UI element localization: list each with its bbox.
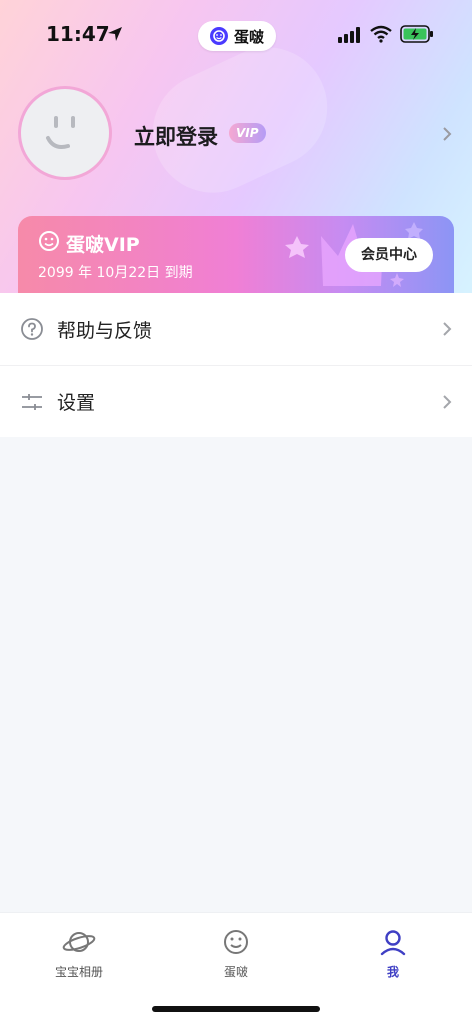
status-time: 11:47 [46,22,110,46]
wifi-icon [370,25,392,47]
chevron-right-icon [442,321,452,341]
chevron-right-icon [442,126,452,146]
avatar[interactable] [18,86,112,180]
tab-label: 蛋啵 [223,965,248,979]
menu-list: 帮助与反馈 设置 [0,293,472,437]
app-name: 蛋啵 [233,27,264,46]
app-logo-icon [209,27,228,45]
smile-face-icon [176,927,296,957]
home-indicator[interactable] [152,1006,320,1012]
menu-item-help-feedback[interactable]: 帮助与反馈 [0,293,472,365]
menu-item-settings[interactable]: 设置 [0,365,472,437]
battery-charging-icon [400,25,434,47]
vip-brand: 蛋啵VIP [38,230,140,257]
tab-danbo[interactable]: 蛋啵 [176,927,296,980]
sliders-icon [20,390,44,414]
app-indicator-pill[interactable]: 蛋啵 [198,21,276,51]
login-link[interactable]: 立即登录 [134,121,218,151]
vip-card[interactable]: 蛋啵VIP 2099 年 10月22日 到期 会员中心 [18,216,454,296]
status-bar: 11:47 蛋啵 [0,0,472,70]
menu-item-label: 帮助与反馈 [57,319,153,342]
tab-baby-album[interactable]: 宝宝相册 [19,927,139,980]
location-arrow-icon [106,25,124,47]
profile-section[interactable]: 立即登录 VIP [18,86,458,186]
tab-me[interactable]: 我 [333,927,453,980]
user-icon [333,927,453,957]
planet-icon [19,927,139,957]
chevron-right-icon [442,394,452,414]
vip-logo-icon [38,230,60,257]
tab-label: 我 [386,965,399,979]
vip-badge: VIP [229,123,266,143]
menu-item-label: 设置 [57,392,96,414]
help-circle-icon [20,317,44,341]
cellular-signal-icon [338,27,362,47]
member-center-button[interactable]: 会员中心 [345,238,433,272]
tab-label: 宝宝相册 [54,965,103,979]
vip-brand-name: 蛋啵VIP [66,234,140,256]
default-face-icon [46,116,75,149]
vip-expire-date: 2099 年 10月22日 到期 [38,265,193,281]
